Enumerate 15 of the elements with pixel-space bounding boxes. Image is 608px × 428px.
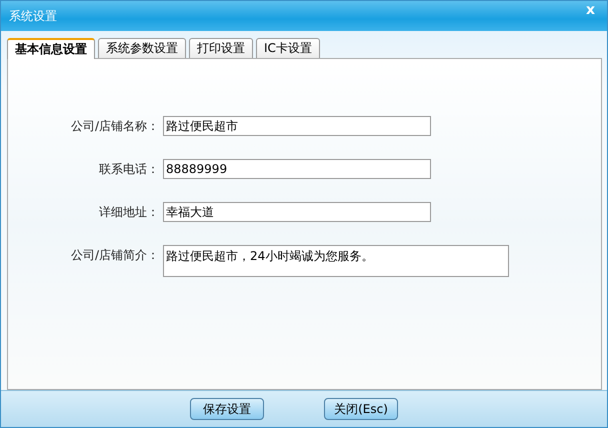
input-field[interactable]: 幸福大道 [163,202,431,222]
input-field[interactable]: 88889999 [163,159,431,179]
input-field[interactable]: 路过便民超市 [163,116,431,136]
tab[interactable]: IC卡设置 [256,38,320,58]
action-button[interactable]: 保存设置 [190,398,264,420]
text-area[interactable]: 路过便民超市，24小时竭诚为您服务。 [163,245,509,277]
field-label: 详细地址： [98,204,160,221]
field-label: 联系电话： [98,161,160,178]
tab[interactable]: 基本信息设置 [7,38,95,59]
field-label: 公司/店铺名称： [70,118,160,135]
tab[interactable]: 系统参数设置 [98,38,186,58]
field-label: 公司/店铺简介： [70,247,160,264]
tab[interactable]: 打印设置 [189,38,253,58]
window-title: 系统设置 [9,8,57,24]
action-button[interactable]: 关闭(Esc) [324,398,398,420]
